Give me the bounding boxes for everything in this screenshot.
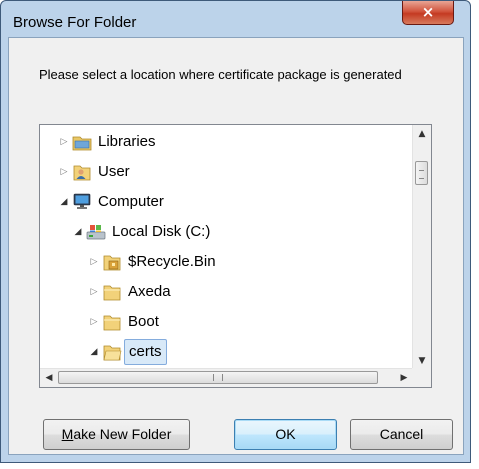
dialog-title: Browse For Folder: [13, 14, 137, 31]
horizontal-scroll-thumb[interactable]: [58, 371, 378, 384]
folder-tree: ▷ Libraries ▷ User ◢ Computer ◢ Local Di…: [40, 125, 413, 370]
cancel-button[interactable]: Cancel: [350, 419, 453, 450]
libraries-icon: [72, 136, 92, 151]
vertical-scrollbar[interactable]: ▲ ▼: [412, 125, 431, 370]
button-label: Cancel: [379, 426, 424, 442]
tree-item-label: Local Disk (C:): [112, 223, 211, 240]
computer-icon: [73, 193, 91, 209]
expand-arrow-icon[interactable]: ▷: [58, 129, 70, 155]
tree-item-label: certs: [124, 339, 167, 365]
close-button[interactable]: ×: [402, 1, 454, 25]
folder-icon: [103, 315, 121, 331]
title-bar[interactable]: Browse For Folder ×: [1, 1, 470, 37]
collapse-arrow-icon[interactable]: ◢: [72, 219, 84, 245]
collapse-arrow-icon[interactable]: ◢: [58, 189, 70, 215]
tree-item-label: User: [98, 163, 130, 180]
expand-arrow-icon[interactable]: ▷: [88, 279, 100, 305]
button-label: ake New Folder: [73, 426, 172, 442]
mnemonic-letter: M: [61, 426, 74, 442]
recycle-bin-icon: [103, 255, 121, 271]
horizontal-scrollbar[interactable]: ◀ ▶: [40, 368, 413, 387]
make-new-folder-button[interactable]: Make New Folder: [43, 419, 190, 450]
tree-item-label: $Recycle.Bin: [128, 253, 216, 270]
scroll-left-arrow-icon[interactable]: ◀: [40, 369, 58, 387]
instruction-text: Please select a location where certifica…: [39, 67, 402, 82]
dialog-body: Please select a location where certifica…: [8, 37, 464, 455]
tree-item-label: Libraries: [98, 133, 156, 150]
collapse-arrow-icon[interactable]: ◢: [88, 339, 100, 365]
tree-item-label: Computer: [98, 193, 164, 210]
tree-item-label: Boot: [128, 313, 159, 330]
scroll-up-arrow-icon[interactable]: ▲: [413, 125, 431, 143]
scroll-right-arrow-icon[interactable]: ▶: [395, 369, 413, 387]
folder-tree-view[interactable]: ▷ Libraries ▷ User ◢ Computer ◢ Local Di…: [39, 124, 432, 388]
folder-open-icon: [103, 345, 122, 361]
tree-item-label: Axeda: [128, 283, 171, 300]
folder-icon: [103, 285, 121, 301]
scrollbar-corner: [412, 368, 431, 387]
expand-arrow-icon[interactable]: ▷: [88, 249, 100, 275]
local-disk-icon: [86, 225, 106, 240]
expand-arrow-icon[interactable]: ▷: [58, 159, 70, 185]
expand-arrow-icon[interactable]: ▷: [88, 309, 100, 335]
button-label: OK: [275, 426, 296, 442]
ok-button[interactable]: OK: [234, 419, 337, 450]
close-icon: ×: [421, 3, 435, 21]
user-folder-icon: [73, 165, 91, 181]
browse-for-folder-dialog: Browse For Folder × Please select a loca…: [0, 0, 471, 463]
vertical-scroll-thumb[interactable]: [415, 161, 428, 185]
